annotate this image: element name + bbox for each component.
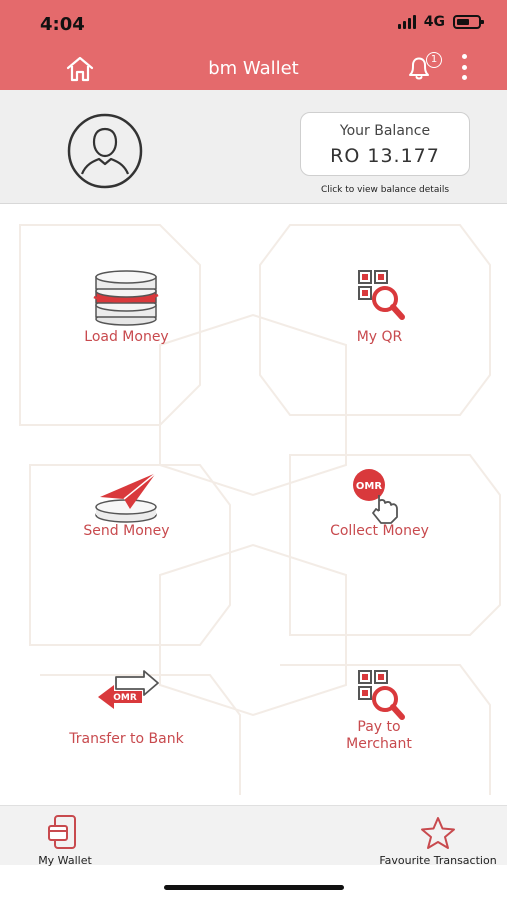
status-indicators: 4G [397,14,484,30]
nav-bar: bm Wallet 1 [0,46,507,90]
tab-label: Favourite Transaction [379,854,497,867]
tile-label: Collect Money [330,523,429,539]
balance-value: RO 13.177 [330,145,440,167]
star-icon [421,817,455,849]
coins-stack-icon [93,270,159,326]
tile-pay-to-merchant[interactable]: Pay to Merchant [253,605,506,805]
network-type: 4G [423,14,445,30]
tab-my-wallet[interactable]: My Wallet [20,810,110,867]
avatar[interactable] [66,112,144,190]
qr-search-icon [358,670,405,720]
wallet-phone-icon [48,815,76,849]
profile-section: Your Balance RO 13.177 Click to view bal… [0,90,507,204]
omr-tap-icon: OMR [353,469,398,524]
tile-label: Transfer to Bank [69,731,184,747]
balance-hint: Click to view balance details [320,185,450,195]
tile-my-qr[interactable]: My QR [253,205,506,405]
omr-exchange-arrows-icon: OMR [98,670,159,709]
more-dot [461,54,467,59]
tile-load-money[interactable]: Load Money [0,205,253,405]
tile-label: Pay to Merchant [346,719,412,752]
home-indicator[interactable] [164,885,344,890]
tile-transfer-to-bank[interactable]: OMR Transfer to Bank [0,605,253,805]
notification-badge: 1 [426,52,442,68]
tile-collect-money[interactable]: OMR Collect Money [253,405,506,605]
tile-label: Send Money [83,523,170,539]
bottom-nav: My Wallet Favourite Transaction [0,805,507,867]
tab-favourite-transaction[interactable]: Favourite Transaction [370,810,506,867]
more-options-button[interactable] [456,54,472,80]
balance-card[interactable]: Your Balance RO 13.177 [300,112,470,176]
more-dot [461,75,467,80]
app-header: 4:04 4G bm Wallet 1 [0,0,507,90]
status-bar: 4:04 4G [0,0,507,46]
paper-plane-icon [95,472,157,523]
tab-label: My Wallet [38,854,92,867]
battery-icon [453,15,484,29]
more-dot [461,64,467,70]
balance-label: Your Balance [339,123,431,139]
notifications-button[interactable]: 1 [404,52,444,82]
status-time: 4:04 [40,14,85,35]
tile-label: My QR [356,329,403,345]
user-avatar-icon [67,113,143,189]
tile-label: Load Money [84,329,169,345]
action-grid: Load Money My QR Send Money OMR Collect … [0,205,507,805]
omr-tap-text: OMR [356,481,382,492]
tile-send-money[interactable]: Send Money [0,405,253,605]
signal-icon [397,15,416,29]
qr-search-icon [358,270,405,320]
omr-arrow-text: OMR [113,693,137,703]
